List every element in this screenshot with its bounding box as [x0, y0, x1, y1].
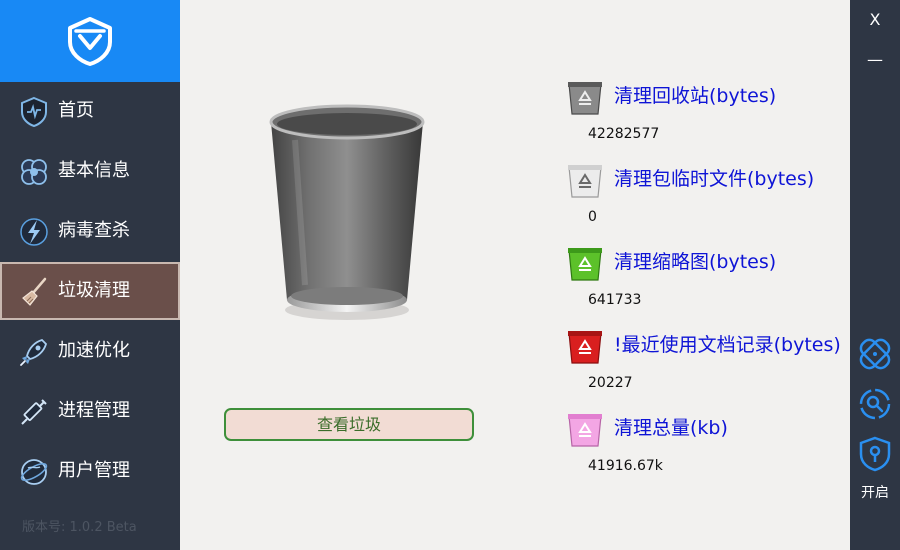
view-junk-button[interactable]: 查看垃圾	[224, 408, 474, 441]
home-shield-icon	[21, 96, 47, 128]
recycle-bin-pink-icon	[568, 414, 602, 447]
sidebar-item-label: 首页	[58, 100, 94, 121]
lightning-virus-icon	[20, 218, 48, 246]
recycle-bin-gray-icon	[568, 82, 602, 115]
broom-icon	[22, 277, 47, 306]
stat-recycle-bin-value: 42282577	[588, 126, 660, 142]
sidebar-item-user-manage[interactable]: 用户管理	[0, 442, 180, 500]
clover-info-icon	[21, 159, 47, 185]
recycle-bin-white-icon	[568, 165, 602, 198]
sidebar-item-basic-info[interactable]: 基本信息	[0, 142, 180, 200]
sidebar: 首页 基本信息 病毒查杀 垃圾清理 加速优化 进程管理 用户管理 版本号: 1.…	[0, 0, 180, 550]
bandage-icon[interactable]	[858, 336, 892, 372]
scan-icon[interactable]	[858, 386, 892, 422]
syringe-icon	[21, 399, 47, 425]
stat-thumbnails-label: 清理缩略图(bytes)	[614, 251, 777, 273]
close-button[interactable]: X	[850, 6, 900, 34]
shield-logo-icon	[68, 17, 112, 66]
sidebar-item-label: 加速优化	[58, 340, 130, 361]
globe-user-icon	[20, 459, 48, 485]
sidebar-item-label: 基本信息	[58, 160, 130, 181]
stat-temp-files-label: 清理包临时文件(bytes)	[614, 168, 815, 190]
version-label: 版本号: 1.0.2 Beta	[22, 520, 137, 535]
stat-recent-docs-label: !最近使用文档记录(bytes)	[614, 334, 841, 356]
rocket-icon	[20, 338, 48, 366]
sidebar-item-label: 垃圾清理	[58, 280, 130, 301]
stat-recycle-bin-label: 清理回收站(bytes)	[614, 85, 777, 107]
sidebar-item-home[interactable]: 首页	[0, 82, 180, 140]
main-panel: 查看垃圾 清理回收站(bytes) 42282577 清理包临时文件(bytes…	[180, 0, 850, 550]
sidebar-item-label: 进程管理	[58, 400, 130, 421]
right-toolbar: X — 开启	[850, 0, 900, 550]
sidebar-item-label: 病毒查杀	[58, 220, 130, 241]
stat-total-value: 41916.67k	[588, 458, 663, 474]
shield-lock-icon[interactable]	[858, 436, 892, 472]
sidebar-item-speed-up[interactable]: 加速优化	[0, 322, 180, 380]
sidebar-item-virus-scan[interactable]: 病毒查杀	[0, 202, 180, 260]
recycle-bin-red-icon	[568, 331, 602, 364]
stat-recent-docs-value: 20227	[588, 375, 633, 391]
trash-can-icon	[269, 104, 425, 320]
recycle-bin-green-icon	[568, 248, 602, 281]
stat-temp-files-value: 0	[588, 209, 597, 225]
open-label[interactable]: 开启	[850, 482, 900, 502]
sidebar-item-process-manage[interactable]: 进程管理	[0, 382, 180, 440]
sidebar-item-label: 用户管理	[58, 460, 130, 481]
stat-total-label: 清理总量(kb)	[614, 417, 728, 439]
sidebar-item-junk-clean[interactable]: 垃圾清理	[0, 262, 180, 320]
app-logo	[0, 0, 180, 82]
minimize-button[interactable]: —	[850, 46, 900, 74]
stat-thumbnails-value: 641733	[588, 292, 642, 308]
